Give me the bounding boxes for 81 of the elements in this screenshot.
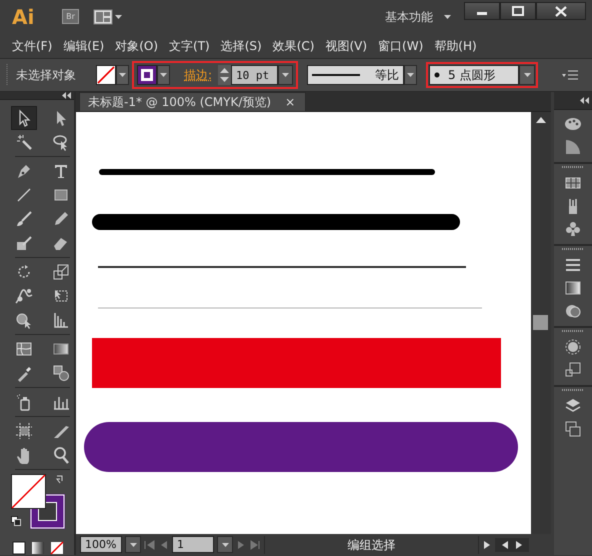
- magic-wand-icon: [14, 133, 33, 151]
- align-icon[interactable]: [564, 361, 582, 379]
- next-page-icon[interactable]: [236, 540, 246, 550]
- last-page-icon[interactable]: [249, 540, 261, 550]
- caret-icon[interactable]: [116, 65, 129, 85]
- blob-brush-icon: [14, 234, 33, 252]
- menu-item[interactable]: 选择(S): [216, 36, 269, 54]
- app-logo: Ai: [12, 4, 36, 28]
- workspace-dropdown[interactable]: 基本功能: [381, 8, 437, 26]
- selected-tool-button[interactable]: [11, 106, 37, 130]
- previous-page-icon[interactable]: [159, 540, 169, 550]
- close-icon[interactable]: [554, 6, 568, 16]
- gradient-mode-icon[interactable]: [30, 540, 46, 556]
- maximize-button[interactable]: [500, 2, 536, 20]
- default-colors-icon[interactable]: [11, 516, 21, 526]
- caret-icon[interactable]: [125, 536, 141, 553]
- stroke-icon[interactable]: [564, 256, 582, 274]
- scrollbar-thumb[interactable]: [533, 315, 548, 330]
- fill-color-box[interactable]: [11, 474, 46, 509]
- stroke-swatch[interactable]: [137, 65, 157, 85]
- pencil-icon: [52, 210, 70, 228]
- caret-icon[interactable]: [443, 12, 452, 20]
- caret-icon[interactable]: [278, 65, 294, 85]
- scroll-right-icon[interactable]: [515, 540, 523, 550]
- spinner-icon[interactable]: [218, 65, 232, 85]
- menu-item[interactable]: 文字(T): [165, 36, 217, 54]
- mesh-icon: [14, 340, 33, 358]
- warp-icon: [14, 287, 33, 305]
- status-menu-icon[interactable]: [482, 540, 492, 550]
- scroll-up-icon[interactable]: [536, 116, 546, 124]
- first-page-icon[interactable]: [144, 540, 156, 550]
- club-icon[interactable]: [564, 220, 582, 238]
- color-guide-icon[interactable]: [564, 138, 582, 156]
- brush-dot-icon: [434, 72, 440, 78]
- collapse-icon[interactable]: [580, 97, 589, 104]
- stroke-weight-field[interactable]: 10 pt: [231, 65, 278, 85]
- minimize-button[interactable]: [464, 2, 500, 20]
- scale-icon: [52, 263, 70, 281]
- menu-item[interactable]: 视图(V): [321, 36, 374, 54]
- color-mode-icon[interactable]: [11, 540, 27, 556]
- menu-item[interactable]: 帮助(H): [430, 36, 484, 54]
- menu-item[interactable]: 编辑(E): [59, 36, 112, 54]
- close-button[interactable]: ×: [283, 93, 298, 111]
- brush-icon: [14, 210, 33, 228]
- shape-builder-icon: [14, 311, 33, 329]
- caret-icon[interactable]: [157, 65, 170, 85]
- fill-swatch[interactable]: [96, 65, 116, 85]
- palette-icon[interactable]: [564, 115, 582, 133]
- swap-icon[interactable]: [55, 474, 65, 484]
- brush-dropdown[interactable]: 5 点圆形: [429, 65, 520, 85]
- zoom-icon: [52, 446, 70, 464]
- brush-label: 5 点圆形: [448, 66, 496, 84]
- document-tab[interactable]: 未标题-1* @ 100% (CMYK/预览) ×: [79, 92, 306, 111]
- transparency-icon[interactable]: [564, 302, 582, 320]
- appearance-icon[interactable]: [564, 338, 582, 356]
- grip-icon: [6, 64, 10, 86]
- artboard-icon: [14, 422, 33, 440]
- caret-icon[interactable]: [519, 65, 536, 85]
- profile-label: 等比: [375, 66, 400, 84]
- layout-icon[interactable]: [93, 8, 123, 26]
- profile-dropdown[interactable]: 等比: [307, 65, 404, 85]
- scroll-left-icon[interactable]: [501, 540, 509, 550]
- none-mode-icon[interactable]: [49, 540, 65, 556]
- maximize-icon[interactable]: [511, 6, 525, 16]
- zoom-field[interactable]: 100%: [80, 536, 122, 553]
- line-profile-icon: [312, 73, 360, 77]
- menu-item[interactable]: 窗口(W): [374, 36, 430, 54]
- page-field[interactable]: 1: [172, 536, 214, 553]
- blend-icon: [52, 364, 70, 382]
- panel-menu-icon[interactable]: [562, 70, 578, 80]
- gradient-icon[interactable]: [564, 279, 582, 297]
- status-text: 编组选择: [264, 536, 479, 554]
- selection-status: 未选择对象: [16, 67, 76, 84]
- artboards-icon[interactable]: [564, 420, 582, 438]
- menu-item[interactable]: 效果(C): [268, 36, 322, 54]
- caret-icon[interactable]: [404, 65, 418, 85]
- stroke-label[interactable]: 描边:: [184, 66, 212, 84]
- close-button[interactable]: [536, 2, 586, 20]
- menu-item[interactable]: 对象(O): [111, 36, 166, 54]
- caret-icon[interactable]: [217, 536, 233, 553]
- menu-item[interactable]: 文件(F): [8, 36, 60, 54]
